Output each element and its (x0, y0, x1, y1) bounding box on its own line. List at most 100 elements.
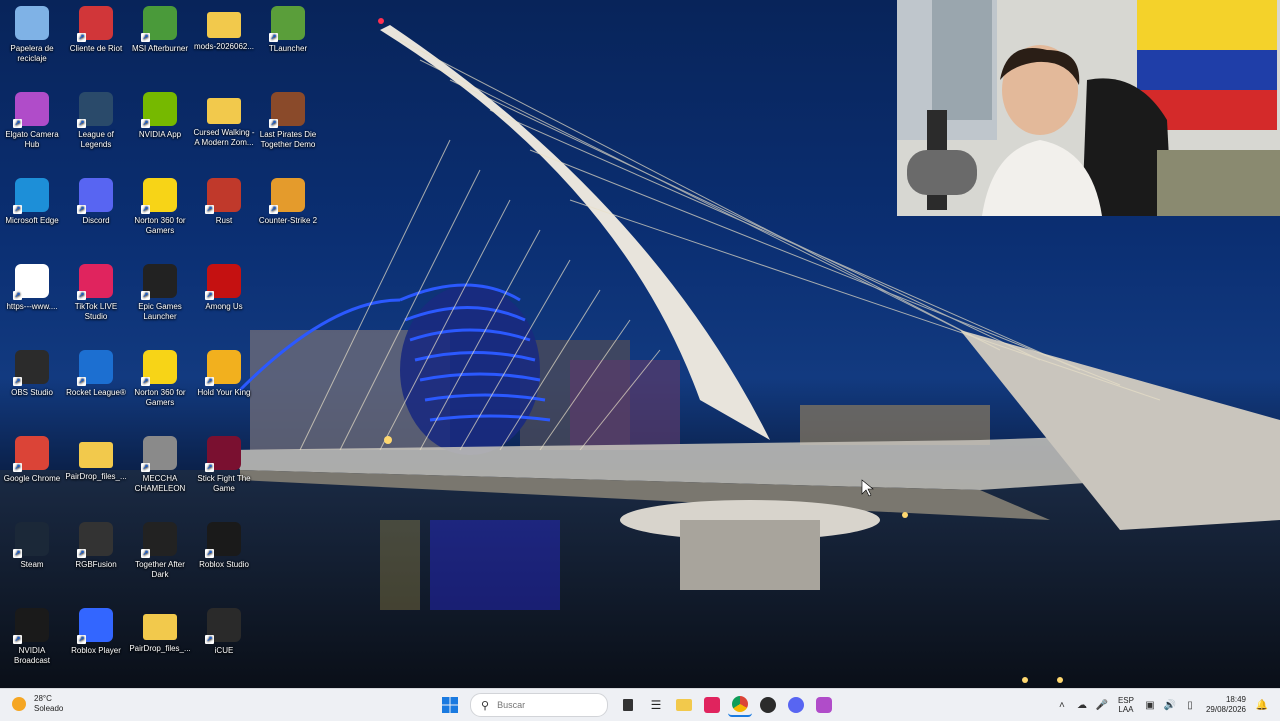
desktop-icon[interactable]: ↗ Norton 360 for Gamers (128, 350, 192, 408)
taskbar-search[interactable]: ⚲ (470, 693, 608, 717)
task-view-button[interactable] (616, 693, 640, 717)
keyboard-layout: LAA (1118, 705, 1134, 714)
clock[interactable]: 18:49 29/08/2026 (1206, 695, 1246, 715)
widgets-button[interactable]: ☰ (644, 693, 668, 717)
shortcut-arrow-icon: ↗ (205, 205, 214, 214)
desktop-icon[interactable]: ↗ Last Pirates Die Together Demo (256, 92, 320, 150)
desktop-icon-label: Discord (82, 216, 110, 225)
windows-icon (442, 697, 458, 713)
desktop-icon[interactable]: mods-2026062... (192, 6, 256, 52)
desktop-icon[interactable]: ↗ NVIDIA App (128, 92, 192, 140)
desktop-icon[interactable]: ↗ Elgato Camera Hub (0, 92, 64, 150)
epic-games-icon: ↗ (141, 522, 177, 558)
icue-icon: ↗ (205, 608, 241, 644)
counter-strike-icon: ↗ (269, 178, 305, 214)
desktop-icon[interactable]: ↗ MECCHA CHAMELEON (128, 436, 192, 494)
chevron-up-icon: ˄ (1059, 699, 1065, 711)
desktop-icon-label: RGBFusion (75, 560, 117, 569)
desktop-icon[interactable]: ↗ Rust (192, 178, 256, 226)
language-indicator[interactable]: ESP LAA (1118, 696, 1134, 714)
start-button[interactable] (438, 693, 462, 717)
desktop-icon[interactable]: ↗ Stick Fight The Game (192, 436, 256, 494)
shortcut-arrow-icon: ↗ (205, 635, 214, 644)
weather-widget[interactable]: 28°C Soleado (12, 694, 63, 714)
onedrive-icon[interactable]: ☁ (1074, 697, 1090, 713)
desktop-icon-label: Steam (20, 560, 44, 569)
desktop-icon-label: Cliente de Riot (69, 44, 123, 53)
desktop-icon[interactable]: ↗ TikTok LIVE Studio (64, 264, 128, 322)
desktop-icon-label: MECCHA CHAMELEON (134, 474, 186, 493)
battery-icon[interactable]: ▯ (1182, 697, 1198, 713)
shortcut-arrow-icon: ↗ (141, 463, 150, 472)
notifications-icon[interactable]: 🔔 (1254, 697, 1270, 713)
desktop-icon[interactable]: ↗ Steam (0, 522, 64, 570)
shortcut-arrow-icon: ↗ (269, 205, 278, 214)
desktop-icon[interactable]: PairDrop_files_... (128, 608, 192, 654)
desktop-icon[interactable]: ↗ Together After Dark (128, 522, 192, 580)
shortcut-arrow-icon: ↗ (77, 119, 86, 128)
shortcut-arrow-icon: ↗ (77, 377, 86, 386)
microphone-icon[interactable]: 🎤 (1094, 697, 1110, 713)
chrome-button[interactable] (728, 693, 752, 717)
desktop-icon[interactable]: ↗ Epic Games Launcher (128, 264, 192, 322)
shortcut-arrow-icon: ↗ (13, 291, 22, 300)
shortcut-arrow-icon: ↗ (13, 549, 22, 558)
edge-icon: ↗ (13, 178, 49, 214)
desktop-icon[interactable]: ↗ MSI Afterburner (128, 6, 192, 54)
elgato-icon (816, 697, 832, 713)
desktop-icon[interactable]: ↗ Google Chrome (0, 436, 64, 484)
desktop-icon-label: Cursed Walking - A Modern Zom... (193, 128, 255, 147)
desktop-icon-label: Norton 360 for Gamers (134, 216, 186, 235)
desktop-icon-label: NVIDIA App (138, 130, 182, 139)
desktop-icon[interactable]: ↗ Counter-Strike 2 (256, 178, 320, 226)
desktop-icon-label: Norton 360 for Gamers (134, 388, 186, 407)
discord-button[interactable] (784, 693, 808, 717)
desktop-icon[interactable]: ↗ League of Legends (64, 92, 128, 150)
shortcut-arrow-icon: ↗ (141, 549, 150, 558)
shortcut-arrow-icon: ↗ (141, 119, 150, 128)
clock-time: 18:49 (1225, 695, 1246, 704)
desktop-icon[interactable]: ↗ Among Us (192, 264, 256, 312)
shortcut-arrow-icon: ↗ (205, 291, 214, 300)
tiktok-live-button[interactable] (700, 693, 724, 717)
desktop-icon[interactable]: ↗ Microsoft Edge (0, 178, 64, 226)
rust-icon: ↗ (205, 178, 241, 214)
desktop-icon[interactable]: Cursed Walking - A Modern Zom... (192, 92, 256, 148)
desktop-icon[interactable]: ↗ Rocket League® (64, 350, 128, 398)
elgato-button[interactable] (812, 693, 836, 717)
meccha-chameleon-icon: ↗ (141, 436, 177, 472)
desktop-icon[interactable]: ↗ Hold Your King (192, 350, 256, 398)
volume-icon[interactable]: 🔊 (1162, 697, 1178, 713)
search-input[interactable] (495, 699, 600, 711)
desktop-icon[interactable]: ↗ Cliente de Riot (64, 6, 128, 54)
desktop-icon[interactable]: PairDrop_files_... (64, 436, 128, 482)
desktop-icon[interactable]: ↗ iCUE (192, 608, 256, 656)
riot-client-button[interactable] (756, 693, 780, 717)
desktop-icon[interactable]: ↗ Roblox Studio (192, 522, 256, 570)
system-tray: ˄ ☁ 🎤 ESP LAA ▣ 🔊 ▯ 18:49 29/08/2026 🔔 (1052, 693, 1272, 717)
desktop-icon-label: Roblox Player (71, 646, 121, 655)
shortcut-arrow-icon: ↗ (269, 119, 278, 128)
show-hidden-icons-button[interactable]: ˄ (1054, 697, 1070, 713)
shortcut-arrow-icon: ↗ (141, 291, 150, 300)
desktop-icon-label: iCUE (214, 646, 234, 655)
desktop-icon-label: mods-2026062... (193, 42, 255, 51)
desktop-icon-label: PairDrop_files_... (65, 472, 127, 481)
desktop-icon[interactable]: ↗ RGBFusion (64, 522, 128, 570)
roblox-studio-icon: ↗ (205, 522, 241, 558)
desktop-icon[interactable]: ↗ NVIDIA Broadcast (0, 608, 64, 666)
desktop-icon[interactable]: ↗ OBS Studio (0, 350, 64, 398)
network-icon[interactable]: ▣ (1142, 697, 1158, 713)
shortcut-arrow-icon: ↗ (13, 635, 22, 644)
widgets-icon: ☰ (650, 698, 662, 712)
desktop-icon[interactable]: ↗ TLauncher (256, 6, 320, 54)
webcam-overlay (897, 0, 1280, 216)
desktop-icon-label: Elgato Camera Hub (5, 130, 59, 149)
desktop-icon-label: TikTok LIVE Studio (74, 302, 118, 321)
desktop-icon[interactable]: Papelera de reciclaje (0, 6, 64, 64)
desktop-icon[interactable]: ↗ Norton 360 for Gamers (128, 178, 192, 236)
desktop-icon[interactable]: ↗ Roblox Player (64, 608, 128, 656)
desktop-icon[interactable]: ↗ Discord (64, 178, 128, 226)
desktop-icon[interactable]: ↗ https---www.... (0, 264, 64, 312)
file-explorer-button[interactable] (672, 693, 696, 717)
